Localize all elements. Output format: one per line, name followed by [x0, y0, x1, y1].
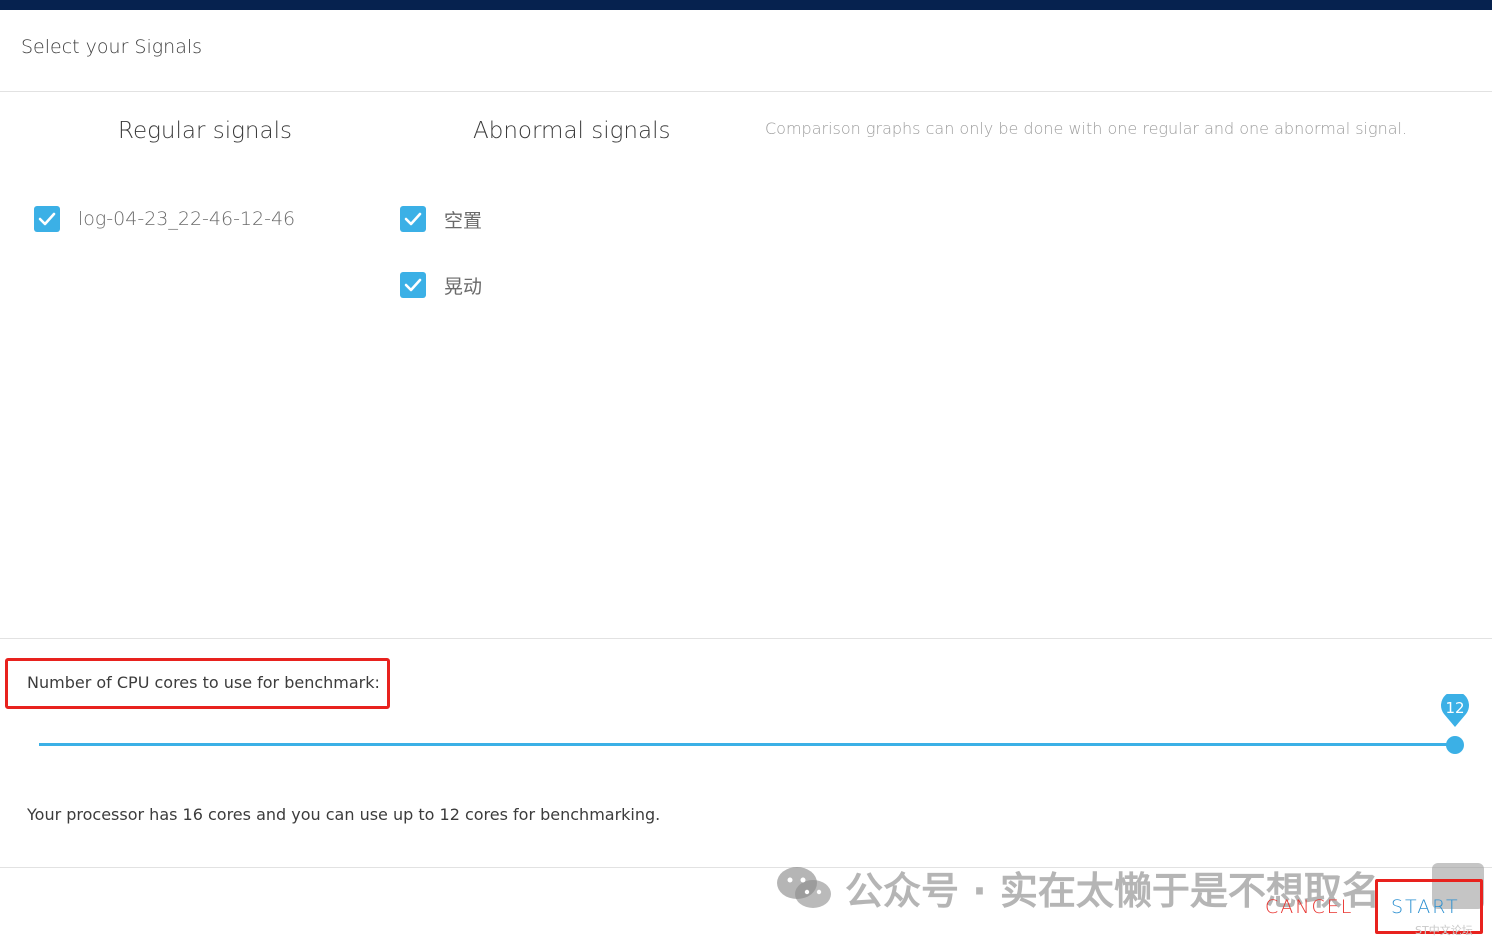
- header-divider: [0, 91, 1492, 92]
- checkbox-checked-icon[interactable]: [400, 272, 426, 298]
- top-app-bar: [0, 0, 1492, 10]
- abnormal-signal-item[interactable]: 空置: [400, 204, 482, 234]
- dialog-title: Select your Signals: [21, 36, 203, 58]
- regular-signals-header: Regular signals: [118, 118, 292, 144]
- regular-signal-item[interactable]: log-04-23_22-46-12-46: [34, 204, 295, 234]
- checkbox-checked-icon[interactable]: [34, 206, 60, 232]
- processor-info-text: Your processor has 16 cores and you can …: [27, 805, 661, 824]
- abnormal-signal-label: 空置: [444, 209, 483, 232]
- cpu-cores-slider-track[interactable]: [39, 743, 1455, 746]
- cpu-cores-slider-thumb[interactable]: [1446, 736, 1464, 754]
- cpu-cores-label: Number of CPU cores to use for benchmark…: [27, 673, 380, 692]
- regular-signal-label: log-04-23_22-46-12-46: [78, 208, 296, 230]
- slider-value-label: 12: [1445, 699, 1465, 717]
- checkbox-checked-icon[interactable]: [400, 206, 426, 232]
- cancel-button[interactable]: CANCEL: [1265, 896, 1353, 918]
- abnormal-signals-header: Abnormal signals: [473, 118, 671, 144]
- cpu-section-divider: [0, 638, 1492, 639]
- comparison-hint: Comparison graphs can only be done with …: [765, 119, 1408, 138]
- abnormal-signal-label: 晃动: [444, 275, 483, 298]
- watermark-small-text: ST中文论坛: [1415, 924, 1473, 937]
- abnormal-signal-item[interactable]: 晃动: [400, 270, 482, 300]
- wechat-icon: [777, 866, 831, 908]
